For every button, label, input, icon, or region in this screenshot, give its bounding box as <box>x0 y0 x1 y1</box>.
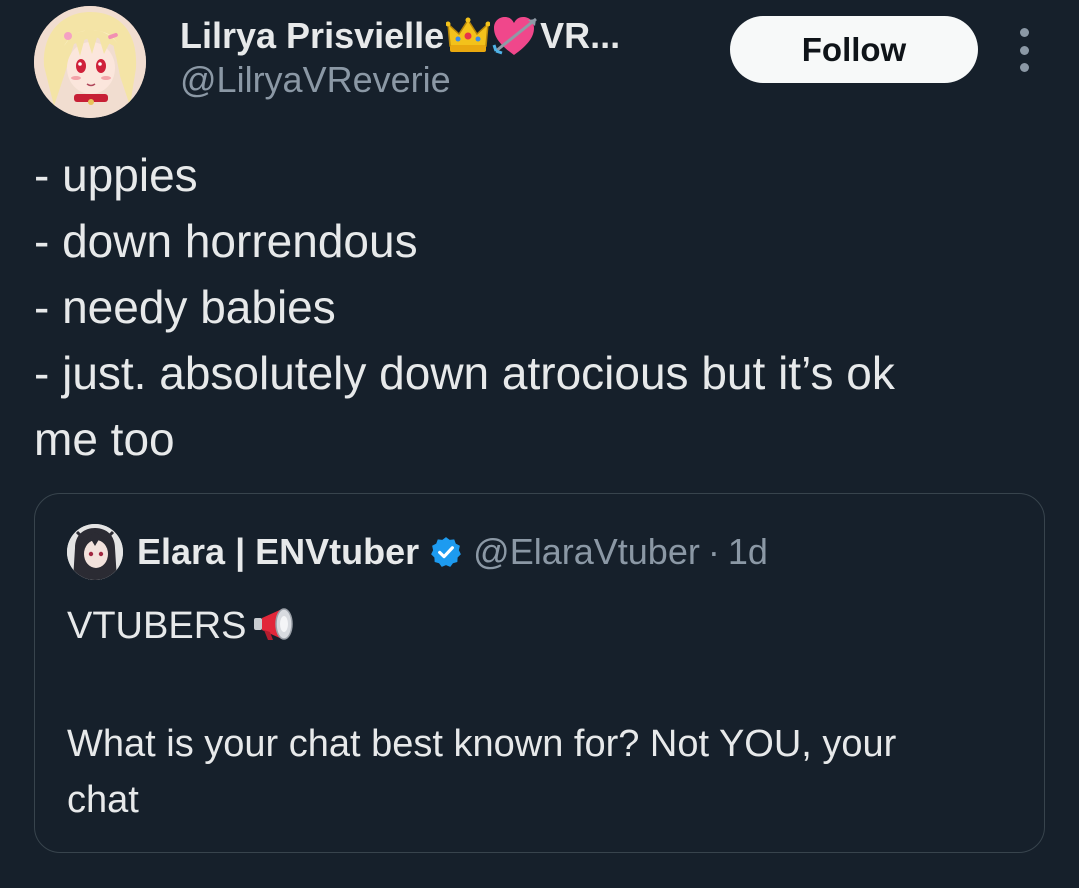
quote-gap <box>67 660 1017 716</box>
quoted-post[interactable]: Elara | ENVtuber @ElaraVtuber · 1d VTUBE… <box>34 493 1045 853</box>
quote-separator: · <box>707 531 720 572</box>
quote-text: VTUBERS What is your chat best known for… <box>67 598 1017 828</box>
quote-line-1-text: VTUBERS <box>67 605 247 647</box>
quote-timestamp[interactable]: 1d <box>728 531 768 573</box>
post-text: - uppies - down horrendous - needy babie… <box>34 142 1064 472</box>
author-avatar[interactable] <box>34 6 146 118</box>
post-line: - needy babies <box>34 281 336 333</box>
heart-with-arrow-icon <box>492 15 540 57</box>
author-display-name[interactable]: Lilrya Prisvielle VR... <box>180 14 620 58</box>
more-dot <box>1019 28 1029 37</box>
post-line: - down horrendous <box>34 215 418 267</box>
quote-line-3: chat <box>67 779 139 821</box>
author-name-suffix: VR... <box>540 15 621 56</box>
quote-line-1: VTUBERS <box>67 598 1017 660</box>
quote-line-2: What is your chat best known for? Not YO… <box>67 723 897 765</box>
post-line: me too <box>34 413 175 465</box>
more-options-icon[interactable] <box>1004 28 1044 72</box>
quote-display-name[interactable]: Elara | ENVtuber <box>137 531 419 573</box>
megaphone-icon <box>252 604 298 660</box>
more-dot <box>1019 63 1029 72</box>
follow-button[interactable]: Follow <box>730 16 978 83</box>
anime-avatar-icon <box>34 6 146 118</box>
post-line: - just. absolutely down atrocious but it… <box>34 347 895 399</box>
crown-icon <box>446 16 491 56</box>
author-name-text: Lilrya Prisvielle <box>180 15 445 56</box>
quote-header: Elara | ENVtuber @ElaraVtuber · 1d <box>67 524 768 580</box>
quote-handle[interactable]: @ElaraVtuber <box>473 531 700 573</box>
quote-avatar-icon <box>67 524 123 580</box>
verified-badge-icon <box>429 535 463 569</box>
quote-avatar[interactable] <box>67 524 123 580</box>
more-dot <box>1019 45 1029 55</box>
post: Lilrya Prisvielle VR... @LilryaVReverie … <box>0 0 1079 888</box>
post-line: - uppies <box>34 149 198 201</box>
author-block: Lilrya Prisvielle VR... @LilryaVReverie <box>180 14 620 102</box>
author-handle[interactable]: @LilryaVReverie <box>180 58 620 102</box>
